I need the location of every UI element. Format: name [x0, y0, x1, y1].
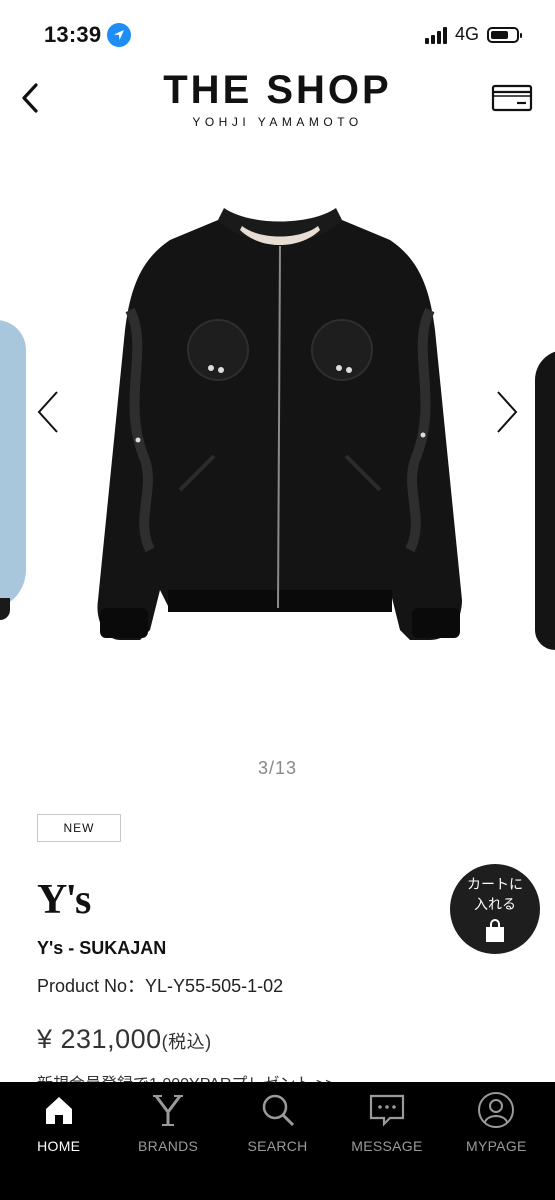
network-type: 4G — [454, 24, 479, 44]
search-icon — [258, 1090, 298, 1130]
status-bar: 13:39 4G — [0, 0, 555, 60]
nav-mypage[interactable]: MYPAGE — [442, 1082, 551, 1200]
chevron-right-icon — [497, 391, 518, 433]
nav-mypage-label: MYPAGE — [465, 1138, 527, 1154]
shopping-bag-icon — [486, 919, 504, 942]
carousel-prev-button[interactable] — [30, 388, 66, 436]
cart-label-line2: 入れる — [474, 896, 516, 912]
shop-logo[interactable]: THE SHOP YOHJI YAMAMOTO — [0, 68, 555, 129]
product-number: Product No：YL-Y55-505-1-02 — [37, 976, 284, 996]
add-to-cart-button[interactable]: カートに 入れる — [450, 864, 540, 954]
jacket-image — [97, 208, 462, 640]
nav-brands-label: BRANDS — [138, 1138, 199, 1154]
nav-message-label: MESSAGE — [351, 1138, 423, 1154]
bottom-navigation: HOME BRANDS SEARCH MESSAGE MYPAGE — [0, 1082, 555, 1200]
cart-label-line1: カートに — [467, 876, 523, 892]
location-arrow-icon — [107, 23, 132, 47]
carousel-next-button[interactable] — [489, 388, 525, 436]
status-time: 13:39 — [44, 22, 102, 47]
price-value: ¥ 231,000 — [37, 1024, 162, 1054]
message-icon — [367, 1090, 407, 1130]
nav-brands[interactable]: BRANDS — [113, 1082, 222, 1200]
time-group: 13:39 — [44, 22, 132, 48]
nav-search[interactable]: SEARCH — [223, 1082, 332, 1200]
new-badge: NEW — [37, 814, 121, 842]
credit-card-icon — [491, 84, 533, 112]
app-header: THE SHOP YOHJI YAMAMOTO — [0, 60, 555, 136]
logo-subtitle: YOHJI YAMAMOTO — [192, 115, 363, 129]
chevron-left-icon — [37, 391, 58, 433]
product-price: ¥ 231,000(税込) — [37, 1024, 212, 1055]
cellular-signal-icon — [424, 26, 447, 44]
product-name: Y's - SUKAJAN — [37, 938, 167, 958]
image-page-counter: 3/13 — [257, 758, 298, 778]
price-tax-note: (税込) — [161, 1032, 212, 1052]
home-icon — [39, 1090, 79, 1130]
battery-icon — [487, 26, 522, 43]
previous-image-peek — [0, 320, 26, 620]
brand-logo[interactable]: Y's — [37, 876, 91, 924]
nav-home[interactable]: HOME — [4, 1082, 113, 1200]
next-image-peek — [535, 350, 555, 650]
logo-title: THE SHOP — [163, 68, 392, 112]
brand-y-icon — [148, 1090, 188, 1130]
user-icon — [476, 1090, 516, 1130]
product-image-carousel[interactable] — [0, 140, 555, 740]
card-button[interactable] — [491, 82, 533, 114]
status-indicators: 4G — [424, 24, 522, 45]
nav-message[interactable]: MESSAGE — [332, 1082, 441, 1200]
nav-home-label: HOME — [37, 1138, 81, 1154]
nav-search-label: SEARCH — [247, 1138, 308, 1154]
